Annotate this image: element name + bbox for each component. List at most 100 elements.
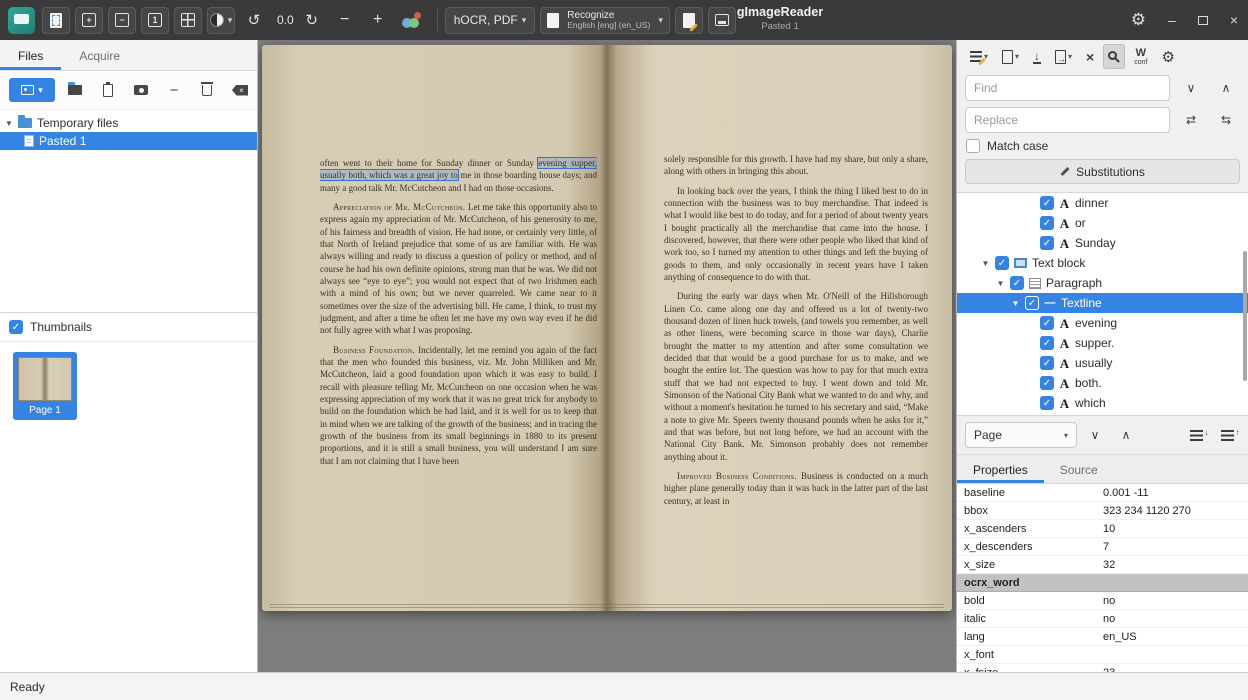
find-replace-toggle[interactable] bbox=[1103, 44, 1125, 69]
find-next-button[interactable]: ∨ bbox=[1177, 75, 1205, 101]
match-case-checkbox[interactable] bbox=[966, 139, 980, 153]
replace-input[interactable] bbox=[965, 107, 1170, 133]
hocr-tree-item[interactable]: ✓Aboth. bbox=[957, 373, 1248, 393]
property-value[interactable]: 0.001 -11 bbox=[1099, 487, 1248, 499]
tab-acquire[interactable]: Acquire bbox=[61, 40, 138, 70]
autodetect-layout-button[interactable] bbox=[42, 7, 70, 34]
expander-icon[interactable]: ▼ bbox=[1011, 299, 1020, 308]
tab-files[interactable]: Files bbox=[0, 40, 61, 70]
delete-image-button[interactable] bbox=[194, 78, 220, 102]
word-confidence-toggle[interactable]: Wconf bbox=[1129, 44, 1152, 69]
settings-gear-icon[interactable]: ⚙ bbox=[1131, 10, 1146, 30]
maximize-button[interactable] bbox=[1198, 16, 1208, 25]
rotate-right-button[interactable]: ↻ bbox=[298, 7, 326, 34]
tab-properties[interactable]: Properties bbox=[957, 455, 1044, 483]
screenshot-button[interactable] bbox=[128, 78, 154, 102]
output-settings-button[interactable]: ⚙ bbox=[1156, 44, 1179, 69]
property-row[interactable]: ocrx_word bbox=[957, 574, 1248, 592]
item-checkbox[interactable]: ✓ bbox=[1040, 196, 1054, 210]
hocr-tree-item[interactable]: ✓Ausually bbox=[957, 353, 1248, 373]
zoom-out-button[interactable]: − bbox=[108, 7, 136, 34]
tree-item-temporary-files[interactable]: ▼ Temporary files bbox=[0, 114, 257, 132]
clear-list-button[interactable]: × bbox=[227, 78, 253, 102]
property-row[interactable]: italicno bbox=[957, 610, 1248, 628]
export-dropdown[interactable]: ▾ bbox=[1050, 44, 1077, 69]
open-hocr-dropdown[interactable]: ▾ bbox=[997, 44, 1024, 69]
find-previous-button[interactable]: ∧ bbox=[1212, 75, 1240, 101]
item-checkbox[interactable]: ✓ bbox=[1040, 336, 1054, 350]
find-input[interactable] bbox=[965, 75, 1170, 101]
hocr-tree-item[interactable]: ✓Adinner bbox=[957, 193, 1248, 213]
selected-textline-overlay[interactable]: evening supper, usually both, which was … bbox=[320, 158, 597, 180]
hocr-tree-item[interactable]: ✓Aor bbox=[957, 213, 1248, 233]
item-checkbox[interactable]: ✓ bbox=[1040, 356, 1054, 370]
ocr-mode-dropdown[interactable]: hOCR, PDF ▾ bbox=[445, 7, 536, 34]
previous-item-button[interactable]: ∧ bbox=[1113, 423, 1139, 447]
add-images-split-button[interactable]: ▾ bbox=[9, 78, 55, 102]
property-value[interactable]: 7 bbox=[1099, 541, 1248, 553]
property-row[interactable]: baseline0.001 -11 bbox=[957, 484, 1248, 502]
hocr-tree-item[interactable]: ✓Aevening bbox=[957, 313, 1248, 333]
increase-button[interactable]: + bbox=[364, 7, 392, 34]
tab-source[interactable]: Source bbox=[1044, 455, 1114, 483]
insert-mode-dropdown[interactable]: ▾ bbox=[965, 44, 993, 69]
property-row[interactable]: bbox323 234 1120 270 bbox=[957, 502, 1248, 520]
rotation-spinbox[interactable]: 0.0 bbox=[277, 13, 294, 27]
expand-all-button[interactable] bbox=[1183, 423, 1209, 447]
recognize-button[interactable]: Recognize English [eng] (en_US) ▾ bbox=[540, 7, 670, 34]
item-checkbox[interactable]: ✓ bbox=[1040, 216, 1054, 230]
paste-button[interactable] bbox=[95, 78, 121, 102]
property-row[interactable]: x_ascenders10 bbox=[957, 520, 1248, 538]
clear-output-button[interactable]: × bbox=[1081, 44, 1099, 69]
property-value[interactable]: 10 bbox=[1099, 523, 1248, 535]
hocr-tree-item[interactable]: ✓ASunday bbox=[957, 233, 1248, 253]
edit-text-button[interactable] bbox=[675, 7, 703, 34]
zoom-in-button[interactable]: + bbox=[75, 7, 103, 34]
property-row[interactable]: langen_US bbox=[957, 628, 1248, 646]
expander-icon[interactable]: ▼ bbox=[981, 259, 990, 268]
property-row[interactable]: x_fsize23 bbox=[957, 664, 1248, 672]
hocr-document-tree[interactable]: ✓Adinner✓Aor✓ASunday▼✓Text block▼✓Paragr… bbox=[957, 192, 1248, 416]
property-value[interactable]: no bbox=[1099, 613, 1248, 625]
open-folder-button[interactable] bbox=[62, 78, 88, 102]
property-row[interactable]: x_size32 bbox=[957, 556, 1248, 574]
rotate-mode-dropdown[interactable]: ▾ bbox=[207, 7, 235, 34]
hocr-tree-item[interactable]: ▼✓Paragraph bbox=[957, 273, 1248, 293]
hocr-tree-item[interactable]: ✓Awhich bbox=[957, 393, 1248, 413]
replace-all-button[interactable]: ⇆ bbox=[1212, 107, 1240, 133]
zoom-original-button[interactable]: 1 bbox=[141, 7, 169, 34]
page-selector-dropdown[interactable]: Page ▾ bbox=[965, 422, 1077, 448]
property-value[interactable]: en_US bbox=[1099, 631, 1248, 643]
property-value[interactable]: no bbox=[1099, 595, 1248, 607]
replace-button[interactable]: ⇄ bbox=[1177, 107, 1205, 133]
property-value[interactable]: 32 bbox=[1099, 559, 1248, 571]
manage-languages-button[interactable] bbox=[397, 7, 425, 34]
expander-icon[interactable]: ▼ bbox=[5, 119, 13, 128]
item-checkbox[interactable]: ✓ bbox=[1010, 276, 1024, 290]
rotate-left-button[interactable]: ↺ bbox=[240, 7, 268, 34]
image-canvas[interactable]: often went to their home for Sunday dinn… bbox=[258, 40, 956, 672]
minimize-button[interactable]: – bbox=[1168, 12, 1176, 28]
zoom-fit-button[interactable] bbox=[174, 7, 202, 34]
close-button[interactable]: × bbox=[1230, 12, 1238, 28]
save-hocr-button[interactable]: ↓ bbox=[1028, 44, 1046, 69]
property-row[interactable]: boldno bbox=[957, 592, 1248, 610]
remove-image-button[interactable]: − bbox=[161, 78, 187, 102]
property-value[interactable]: 323 234 1120 270 bbox=[1099, 505, 1248, 517]
hocr-tree-item[interactable]: ▼✓Text block bbox=[957, 253, 1248, 273]
thumbnail-page-1[interactable]: Page 1 bbox=[13, 352, 77, 420]
decrease-button[interactable]: − bbox=[331, 7, 359, 34]
property-row[interactable]: x_descenders7 bbox=[957, 538, 1248, 556]
tree-item-pasted-1[interactable]: Pasted 1 bbox=[0, 132, 257, 150]
item-checkbox[interactable]: ✓ bbox=[1040, 236, 1054, 250]
collapse-all-button[interactable] bbox=[1214, 423, 1240, 447]
item-checkbox[interactable]: ✓ bbox=[995, 256, 1009, 270]
item-checkbox[interactable]: ✓ bbox=[1040, 376, 1054, 390]
next-item-button[interactable]: ∨ bbox=[1082, 423, 1108, 447]
item-checkbox[interactable]: ✓ bbox=[1040, 316, 1054, 330]
item-checkbox[interactable]: ✓ bbox=[1040, 396, 1054, 410]
property-row[interactable]: x_font bbox=[957, 646, 1248, 664]
hocr-tree-item[interactable]: ▼✓—Textline bbox=[957, 293, 1248, 313]
property-value[interactable]: 23 bbox=[1099, 667, 1248, 673]
substitutions-button[interactable]: Substitutions bbox=[965, 159, 1240, 184]
